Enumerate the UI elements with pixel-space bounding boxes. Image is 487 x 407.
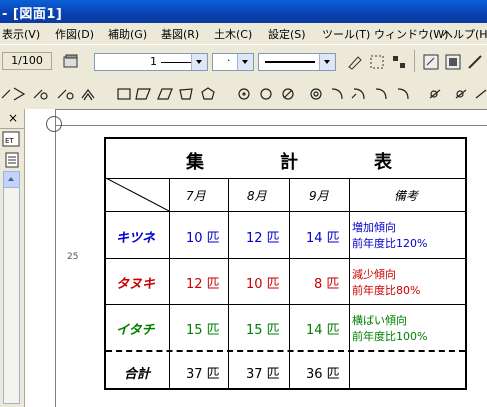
col-divider: [228, 178, 229, 388]
menu-settings[interactable]: 設定(S): [268, 26, 306, 42]
cell-tanuki-aug: 10 匹: [246, 277, 280, 292]
chevron-down-icon[interactable]: [237, 54, 253, 70]
menu-draw[interactable]: 作図(D): [55, 26, 94, 42]
cell-weasel-sep: 14 匹: [306, 323, 340, 338]
guide-line-horizontal: [55, 125, 487, 126]
header-diagonal: [106, 178, 169, 211]
col-divider: [349, 178, 350, 388]
zoom-all-icon[interactable]: [444, 53, 462, 71]
col-header-aug: 8月: [247, 189, 267, 203]
menu-view[interactable]: 表示(V): [2, 26, 40, 42]
cell-total-sep: 36 匹: [306, 367, 340, 382]
svg-text:ET: ET: [5, 137, 14, 145]
col-divider: [169, 178, 170, 388]
menu-bar: 表示(V) 作図(D) 補助(G) 基図(R) 土木(C) 設定(S) ツール(…: [0, 23, 487, 44]
cell-total-aug: 37 匹: [246, 367, 280, 382]
cell-fox-aug: 12 匹: [246, 231, 280, 246]
line-dot-value: ·: [227, 54, 231, 67]
scroll-up-button[interactable]: [4, 172, 19, 188]
menu-base[interactable]: 基図(R): [161, 26, 199, 42]
ruler-label: 25: [67, 252, 79, 262]
panel-tab-icon[interactable]: ET: [2, 131, 20, 147]
chevron-down-icon[interactable]: [191, 54, 207, 70]
panel-divider: [0, 128, 24, 129]
close-icon[interactable]: ×: [8, 111, 18, 125]
cell-fox-sep: 14 匹: [306, 231, 340, 246]
row-divider: [106, 304, 465, 305]
select-icon[interactable]: [368, 53, 386, 71]
menu-tools[interactable]: ツール(T): [322, 26, 370, 42]
col-divider: [289, 178, 290, 388]
line-width-value: 1: [150, 55, 157, 68]
panel-page-icon[interactable]: [4, 152, 20, 168]
table-title-1: 集: [186, 152, 204, 173]
note-weasel-ratio: 前年度比100%: [352, 330, 428, 343]
row-label-weasel: イタチ: [116, 323, 155, 338]
cell-tanuki-sep: 8 匹: [314, 277, 340, 292]
window-title: - [図面1]: [2, 7, 63, 22]
total-divider: [106, 350, 465, 352]
row-label-fox: キツネ: [116, 231, 156, 246]
zoom-window-icon[interactable]: [422, 53, 440, 71]
draw-tools-strip: [1, 87, 487, 101]
table-title-2: 計: [280, 152, 298, 173]
cell-total-jul: 37 匹: [186, 367, 220, 382]
col-header-sep: 9月: [309, 189, 329, 203]
layer-icon[interactable]: [62, 53, 80, 71]
guide-line-vertical: [55, 109, 56, 407]
scale-value: 1/100: [11, 54, 43, 67]
row-label-tanuki: タヌキ: [116, 277, 156, 292]
note-weasel-trend: 横ばい傾向: [352, 314, 407, 327]
line-dot-select[interactable]: ·: [212, 53, 254, 71]
panel-scrollbar[interactable]: [3, 171, 20, 404]
row-divider: [106, 258, 465, 259]
toolbar-draw: [0, 78, 487, 110]
note-fox-trend: 増加傾向: [352, 221, 396, 234]
note-tanuki-ratio: 前年度比80%: [352, 284, 421, 297]
left-panel: × ET: [0, 109, 25, 407]
scale-field[interactable]: 1/100: [2, 52, 52, 70]
line-type-preview: [265, 61, 315, 63]
title-bar: - [図面1]: [0, 0, 487, 23]
origin-marker-icon: [46, 116, 62, 132]
line-width-select[interactable]: 1: [94, 53, 208, 71]
guide-line-top: [55, 109, 487, 110]
line-type-select[interactable]: [258, 53, 336, 71]
pan-icon[interactable]: [466, 53, 484, 71]
cell-weasel-aug: 15 匹: [246, 323, 280, 338]
note-tanuki-trend: 減少傾向: [352, 268, 396, 281]
cell-weasel-jul: 15 匹: [186, 323, 220, 338]
menu-assist[interactable]: 補助(G): [108, 26, 147, 42]
chevron-down-icon[interactable]: [319, 54, 335, 70]
menu-help[interactable]: ヘルプ(H): [442, 26, 487, 42]
cell-fox-jul: 10 匹: [186, 231, 220, 246]
edit-icon[interactable]: [346, 53, 364, 71]
col-header-notes: 備考: [394, 189, 419, 203]
menu-civil[interactable]: 土木(C): [214, 26, 252, 42]
line-width-preview: [161, 62, 191, 63]
toolbar-main: 1/100 1 ·: [0, 44, 487, 79]
menu-window[interactable]: ウィンドウ(W): [374, 26, 448, 42]
summary-table[interactable]: 集 計 表 7月 8月 9月 備考 キツネ 10 匹 12 匹 14 匹 増加傾…: [104, 137, 467, 390]
table-title-3: 表: [374, 152, 392, 173]
note-fox-ratio: 前年度比120%: [352, 237, 428, 250]
chevron-up-icon: [8, 177, 14, 181]
cell-tanuki-jul: 12 匹: [186, 277, 220, 292]
toolbar-divider: [414, 50, 415, 72]
col-header-jul: 7月: [186, 189, 206, 203]
snap-icon[interactable]: [390, 53, 408, 71]
row-divider: [106, 211, 465, 212]
row-label-total: 合計: [124, 367, 151, 382]
